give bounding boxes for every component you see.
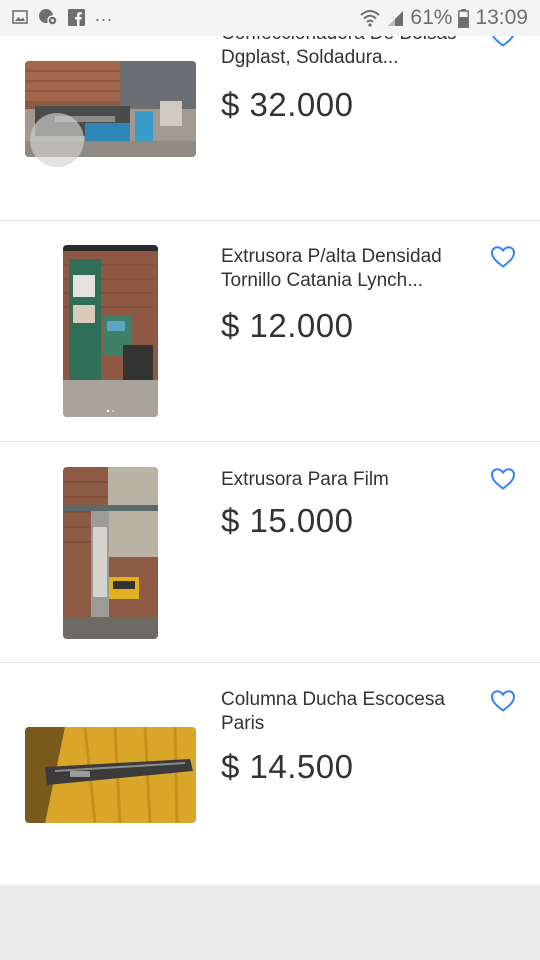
product-thumbnail[interactable] (63, 245, 158, 417)
list-item[interactable]: Extrusora P/alta Densidad Tornillo Catan… (0, 221, 540, 442)
image-icon (12, 9, 28, 25)
listing-title[interactable]: Extrusora Para Film (221, 468, 481, 492)
wifi-icon (360, 9, 381, 27)
listing-title[interactable]: Columna Ducha Escocesa Paris (221, 688, 481, 736)
list-item[interactable]: Columna Ducha Escocesa Paris $ 14.500 (0, 664, 540, 885)
list-item[interactable]: Extrusora Para Film $ 15.000 (0, 442, 540, 663)
signal-icon (386, 9, 404, 27)
status-bar-system: 61% 13:09 (360, 6, 528, 30)
listing-list[interactable]: Confeccionadora De Bolsas Dgplast, Solda… (0, 0, 540, 885)
status-bar: ... 61% 13:09 (0, 0, 540, 36)
listing-price: $ 32.000 (221, 86, 354, 123)
product-thumbnail[interactable] (63, 467, 158, 639)
listing-price: $ 14.500 (221, 748, 354, 785)
facebook-icon (68, 8, 85, 26)
favorite-heart-icon[interactable] (490, 245, 516, 269)
status-overflow-dots: ... (95, 4, 114, 25)
favorite-heart-icon[interactable] (490, 467, 516, 491)
listing-price: $ 15.000 (221, 502, 354, 539)
battery-icon (458, 8, 470, 28)
product-thumbnail[interactable] (25, 727, 196, 823)
clock: 13:09 (475, 6, 528, 29)
status-bar-notifications: ... (12, 4, 114, 26)
carousel-indicator (30, 113, 84, 167)
favorite-heart-icon[interactable] (490, 689, 516, 713)
listing-title[interactable]: Extrusora P/alta Densidad Tornillo Catan… (221, 245, 481, 293)
listing-price: $ 12.000 (221, 307, 354, 344)
battery-percent: 61% (410, 6, 453, 29)
chat-settings-icon (38, 8, 58, 26)
